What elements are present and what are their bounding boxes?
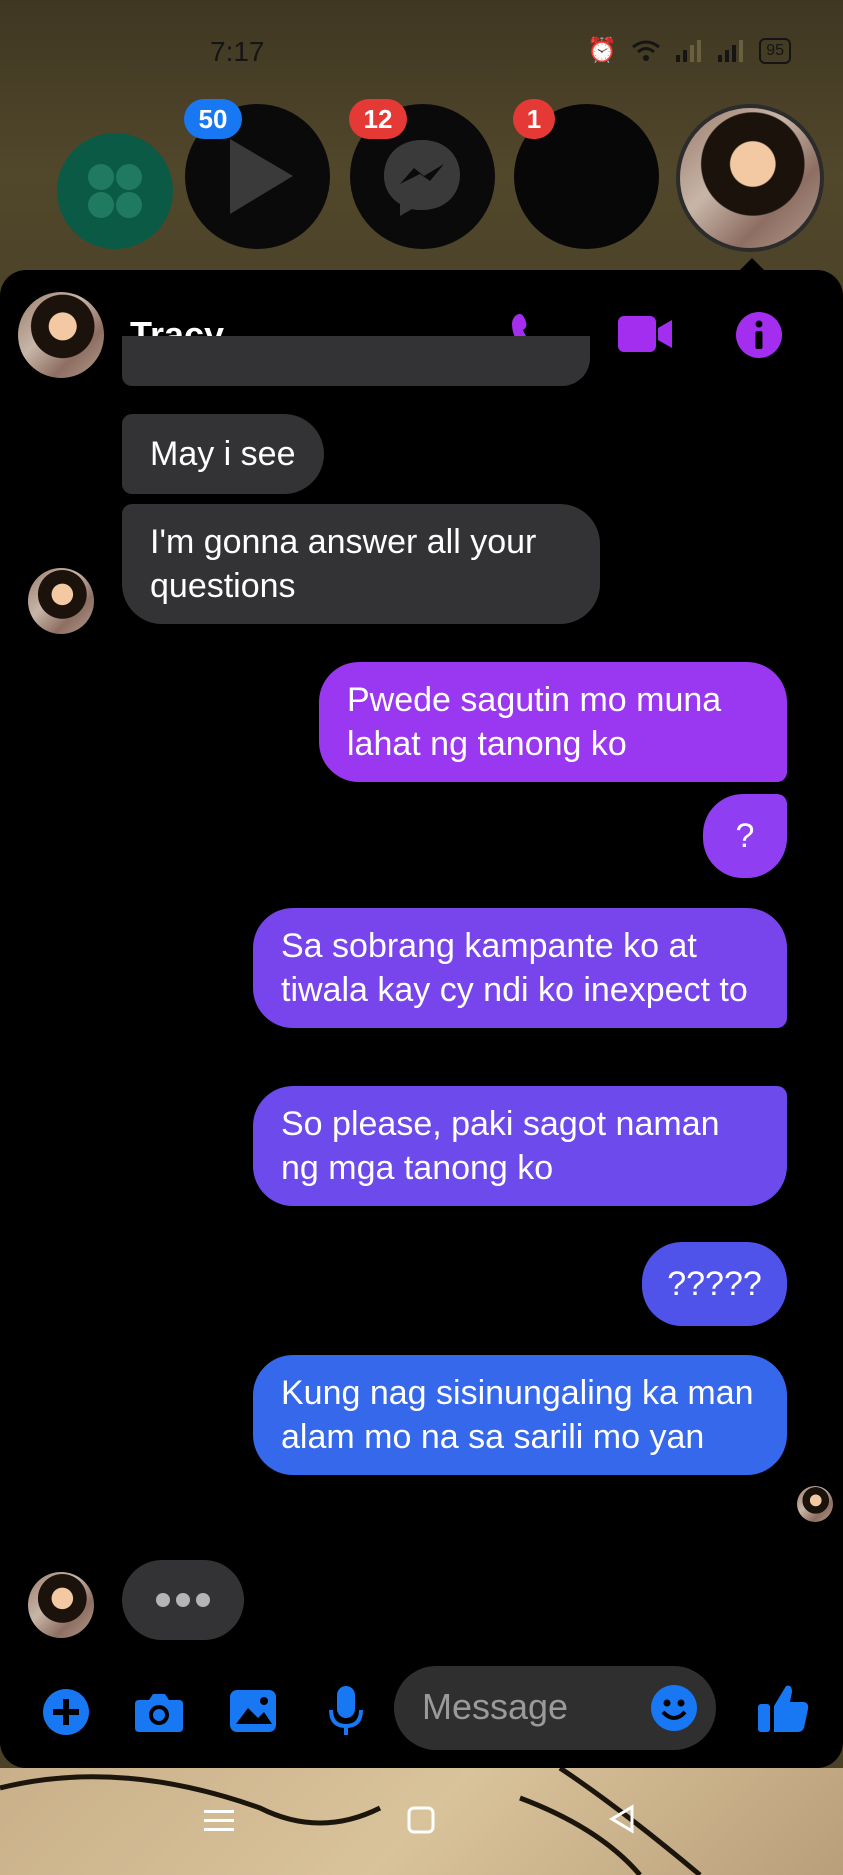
microphone-icon[interactable] bbox=[328, 1684, 364, 1738]
message-bubble-outgoing[interactable]: Kung nag sisinungaling ka man alam mo na… bbox=[253, 1355, 787, 1475]
menu-icon[interactable] bbox=[204, 1808, 234, 1834]
chat-head-blank-badge: 1 bbox=[513, 99, 555, 139]
chat-head-apps[interactable] bbox=[57, 133, 173, 249]
video-call-icon[interactable] bbox=[616, 312, 674, 356]
message-placeholder: Message bbox=[422, 1686, 569, 1727]
signal-1-icon bbox=[676, 39, 702, 62]
grid-icon bbox=[88, 164, 142, 218]
chat-head-messenger-badge: 12 bbox=[349, 99, 407, 139]
battery-indicator: 95 bbox=[759, 37, 791, 64]
message-bubble-outgoing[interactable]: ? bbox=[703, 794, 787, 878]
home-icon[interactable] bbox=[407, 1806, 435, 1834]
message-bubble-outgoing[interactable]: ????? bbox=[642, 1242, 787, 1326]
status-icons: ⏰ 95 bbox=[587, 36, 791, 65]
contact-avatar-small bbox=[28, 568, 94, 634]
message-bubble-incoming-partial[interactable] bbox=[122, 336, 590, 386]
message-bubble-incoming[interactable]: I'm gonna answer all your questions bbox=[122, 504, 600, 624]
message-bubble-outgoing[interactable]: Pwede sagutin mo muna lahat ng tanong ko bbox=[319, 662, 787, 782]
info-icon[interactable] bbox=[734, 310, 784, 360]
message-bubble-outgoing[interactable]: Sa sobrang kampante ko at tiwala kay cy … bbox=[253, 908, 787, 1028]
emoji-icon[interactable] bbox=[650, 1684, 698, 1732]
system-nav-bar bbox=[0, 1768, 843, 1875]
chat-head-video-badge: 50 bbox=[184, 99, 242, 139]
wifi-icon bbox=[632, 40, 661, 61]
status-bar: 7:17 ⏰ 95 bbox=[0, 0, 843, 100]
alarm-icon: ⏰ bbox=[587, 37, 618, 64]
read-receipt-avatar bbox=[797, 1486, 833, 1522]
message-bubble-incoming[interactable]: May i see bbox=[122, 414, 324, 494]
contact-avatar-small bbox=[28, 1572, 94, 1638]
camera-icon[interactable] bbox=[133, 1690, 185, 1734]
contact-avatar[interactable] bbox=[18, 292, 104, 378]
message-bubble-outgoing[interactable]: So please, paki sagot naman ng mga tanon… bbox=[253, 1086, 787, 1206]
typing-dots-icon bbox=[156, 1593, 210, 1607]
gallery-icon[interactable] bbox=[228, 1688, 278, 1734]
chat-head-tracy[interactable] bbox=[676, 104, 824, 252]
status-time: 7:17 bbox=[210, 36, 265, 67]
chat-panel: Tracy May i see I'm gonna answer all you… bbox=[0, 270, 843, 1768]
signal-2-icon bbox=[718, 39, 744, 62]
typing-indicator bbox=[122, 1560, 244, 1640]
thumbs-up-icon[interactable] bbox=[756, 1682, 810, 1736]
message-input[interactable]: Message bbox=[394, 1666, 716, 1750]
plus-icon[interactable] bbox=[42, 1688, 90, 1736]
back-icon[interactable] bbox=[608, 1804, 636, 1834]
